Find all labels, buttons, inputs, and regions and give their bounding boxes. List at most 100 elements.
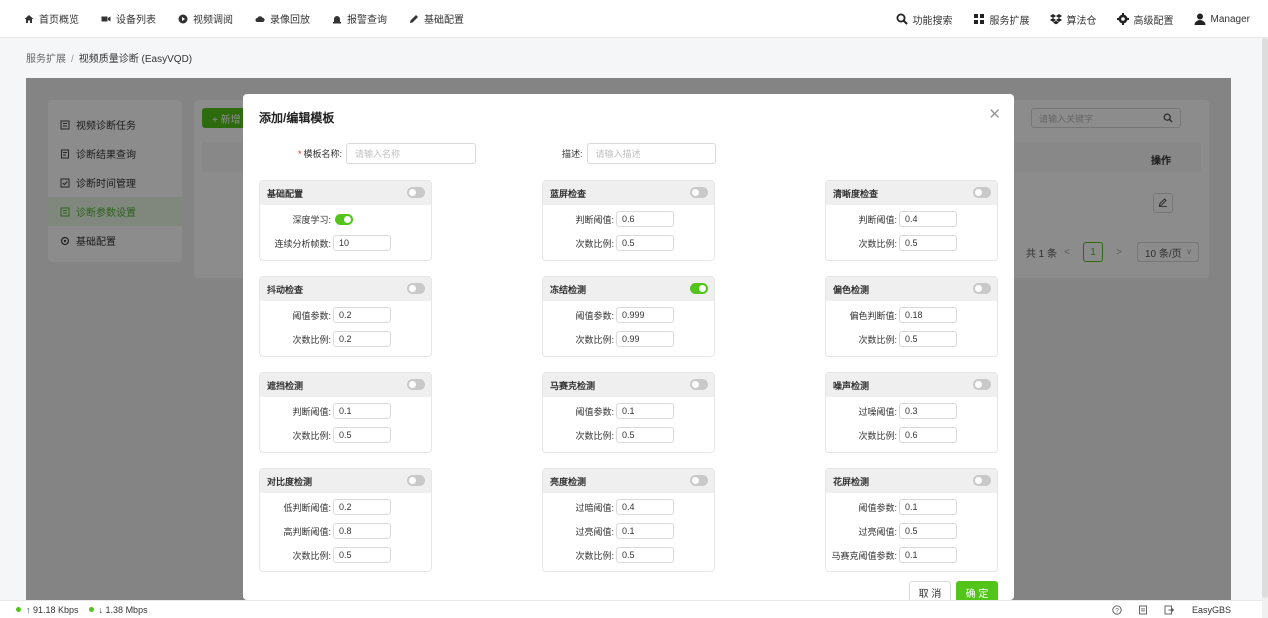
card-enable-toggle[interactable] xyxy=(973,379,991,390)
nav-alarm-label: 报警查询 xyxy=(347,15,387,26)
cancel-button[interactable]: 取 消 xyxy=(909,581,951,600)
param-input[interactable]: 0.3 xyxy=(899,403,957,419)
param-input[interactable]: 0.6 xyxy=(616,211,674,227)
nav-search-label: 功能搜索 xyxy=(912,15,953,27)
param-input[interactable]: 0.5 xyxy=(899,523,957,539)
param-label: 次数比例: xyxy=(858,430,897,441)
param-input[interactable]: 0.5 xyxy=(616,547,674,563)
name-input[interactable]: 请输入名称 xyxy=(346,143,477,164)
close-icon[interactable]: ✕ xyxy=(988,105,1001,123)
card-title: 遮挡检测 xyxy=(267,380,304,391)
card-enable-toggle[interactable] xyxy=(407,187,425,198)
card-param-row: 深度学习: xyxy=(260,207,431,231)
scrollbar-thumb[interactable] xyxy=(1262,38,1268,598)
detection-card: 基础配置 深度学习: 连续分析帧数: 10 xyxy=(259,180,432,261)
top-nav: 首页概览 设备列表 视频调阅 录像回放 报警查询 基础配置 功能搜索 服务扩展 … xyxy=(0,0,1268,38)
card-param-row: 次数比例: 0.5 xyxy=(260,543,431,567)
card-enable-toggle[interactable] xyxy=(973,187,991,198)
breadcrumb-parent[interactable]: 服务扩展 xyxy=(26,54,66,65)
card-enable-toggle[interactable] xyxy=(690,187,708,198)
help-icon[interactable]: ? xyxy=(1112,605,1122,615)
param-input[interactable]: 0.4 xyxy=(899,211,957,227)
param-input[interactable]: 0.4 xyxy=(616,499,674,515)
param-input[interactable]: 0.6 xyxy=(899,427,957,443)
card-enable-toggle[interactable] xyxy=(690,379,708,390)
detection-card: 噪声检测 过噪阈值: 0.3 次数比例: 0.6 xyxy=(825,372,998,453)
card-param-row: 次数比例: 0.5 xyxy=(543,543,714,567)
card-param-row: 判断阈值: 0.1 xyxy=(260,399,431,423)
param-input[interactable]: 0.1 xyxy=(333,403,391,419)
card-title: 对比度检测 xyxy=(267,476,313,487)
status-bar: ↑ 91.18 Kbps ↓ 1.38 Mbps ? EasyGBS xyxy=(0,600,1268,618)
card-title: 蓝屏检查 xyxy=(550,188,587,199)
nav-extensions[interactable]: 服务扩展 xyxy=(973,12,1030,27)
param-input[interactable]: 0.1 xyxy=(616,523,674,539)
user-icon xyxy=(1194,13,1206,25)
cloud-icon xyxy=(255,14,265,24)
card-param-row: 阈值参数: 0.1 xyxy=(826,495,997,519)
card-enable-toggle[interactable] xyxy=(690,283,708,294)
breadcrumb-separator: / xyxy=(71,54,74,65)
nav-config[interactable]: 基础配置 xyxy=(409,11,464,26)
card-param-row: 过亮阈值: 0.5 xyxy=(826,519,997,543)
required-mark: * xyxy=(298,148,302,159)
search-icon xyxy=(896,13,908,25)
nav-user[interactable]: Manager xyxy=(1194,13,1250,25)
card-title: 冻结检测 xyxy=(550,284,587,295)
param-input[interactable]: 0.2 xyxy=(333,499,391,515)
nav-playback[interactable]: 录像回放 xyxy=(255,11,310,26)
modal-title: 添加/编辑模板 xyxy=(259,111,335,125)
desc-input[interactable]: 请输入描述 xyxy=(586,143,716,164)
param-input[interactable]: 0.5 xyxy=(899,235,957,251)
dropbox-icon xyxy=(1049,13,1062,25)
param-input[interactable]: 0.99 xyxy=(616,331,674,347)
nav-alarm[interactable]: 报警查询 xyxy=(332,11,387,26)
card-enable-toggle[interactable] xyxy=(973,283,991,294)
param-input[interactable]: 0.5 xyxy=(616,427,674,443)
nav-devices[interactable]: 设备列表 xyxy=(101,11,156,26)
card-param-row: 阈值参数: 0.2 xyxy=(260,303,431,327)
nav-playback-label: 录像回放 xyxy=(270,15,310,26)
nav-video[interactable]: 视频调阅 xyxy=(178,11,233,26)
param-input[interactable]: 0.18 xyxy=(899,307,957,323)
param-label: 次数比例: xyxy=(575,430,614,441)
param-input[interactable]: 10 xyxy=(333,235,391,251)
card-header: 清晰度检查 xyxy=(826,181,997,205)
upload-status-dot xyxy=(16,607,21,612)
nav-advanced[interactable]: 高级配置 xyxy=(1116,12,1174,27)
export-icon[interactable] xyxy=(1164,605,1174,615)
nav-search[interactable]: 功能搜索 xyxy=(896,12,953,27)
confirm-button[interactable]: 确 定 xyxy=(956,581,998,600)
card-param-row: 过暗阈值: 0.4 xyxy=(543,495,714,519)
nav-advanced-label: 高级配置 xyxy=(1133,15,1174,27)
card-enable-toggle[interactable] xyxy=(690,475,708,486)
param-input[interactable]: 0.1 xyxy=(616,403,674,419)
card-param-row: 偏色判断值: 0.18 xyxy=(826,303,997,327)
nav-home[interactable]: 首页概览 xyxy=(24,11,79,26)
param-input[interactable]: 0.999 xyxy=(616,307,674,323)
card-enable-toggle[interactable] xyxy=(973,475,991,486)
card-enable-toggle[interactable] xyxy=(407,475,425,486)
card-enable-toggle[interactable] xyxy=(407,379,425,390)
nav-algorithms[interactable]: 算法仓 xyxy=(1049,12,1097,27)
deep-learning-toggle[interactable] xyxy=(335,213,353,225)
param-input[interactable]: 0.5 xyxy=(616,235,674,251)
card-header: 冻结检测 xyxy=(543,277,714,301)
param-input[interactable]: 0.1 xyxy=(899,499,957,515)
edit-icon xyxy=(409,14,419,24)
page-scrollbar[interactable] xyxy=(1262,38,1268,618)
gear-icon xyxy=(1116,13,1129,25)
download-status-dot xyxy=(88,607,94,612)
param-input[interactable]: 0.2 xyxy=(333,307,391,323)
param-input[interactable]: 0.1 xyxy=(899,547,957,563)
card-param-row: 次数比例: 0.5 xyxy=(543,423,714,447)
param-input[interactable]: 0.8 xyxy=(333,523,391,539)
card-header: 基础配置 xyxy=(260,181,431,205)
param-input[interactable]: 0.5 xyxy=(333,547,391,563)
param-input[interactable]: 0.2 xyxy=(333,331,391,347)
param-input[interactable]: 0.5 xyxy=(899,331,957,347)
card-enable-toggle[interactable] xyxy=(407,283,425,294)
param-input[interactable]: 0.5 xyxy=(333,427,391,443)
doc-icon[interactable] xyxy=(1138,605,1148,615)
card-header: 蓝屏检查 xyxy=(543,181,714,205)
